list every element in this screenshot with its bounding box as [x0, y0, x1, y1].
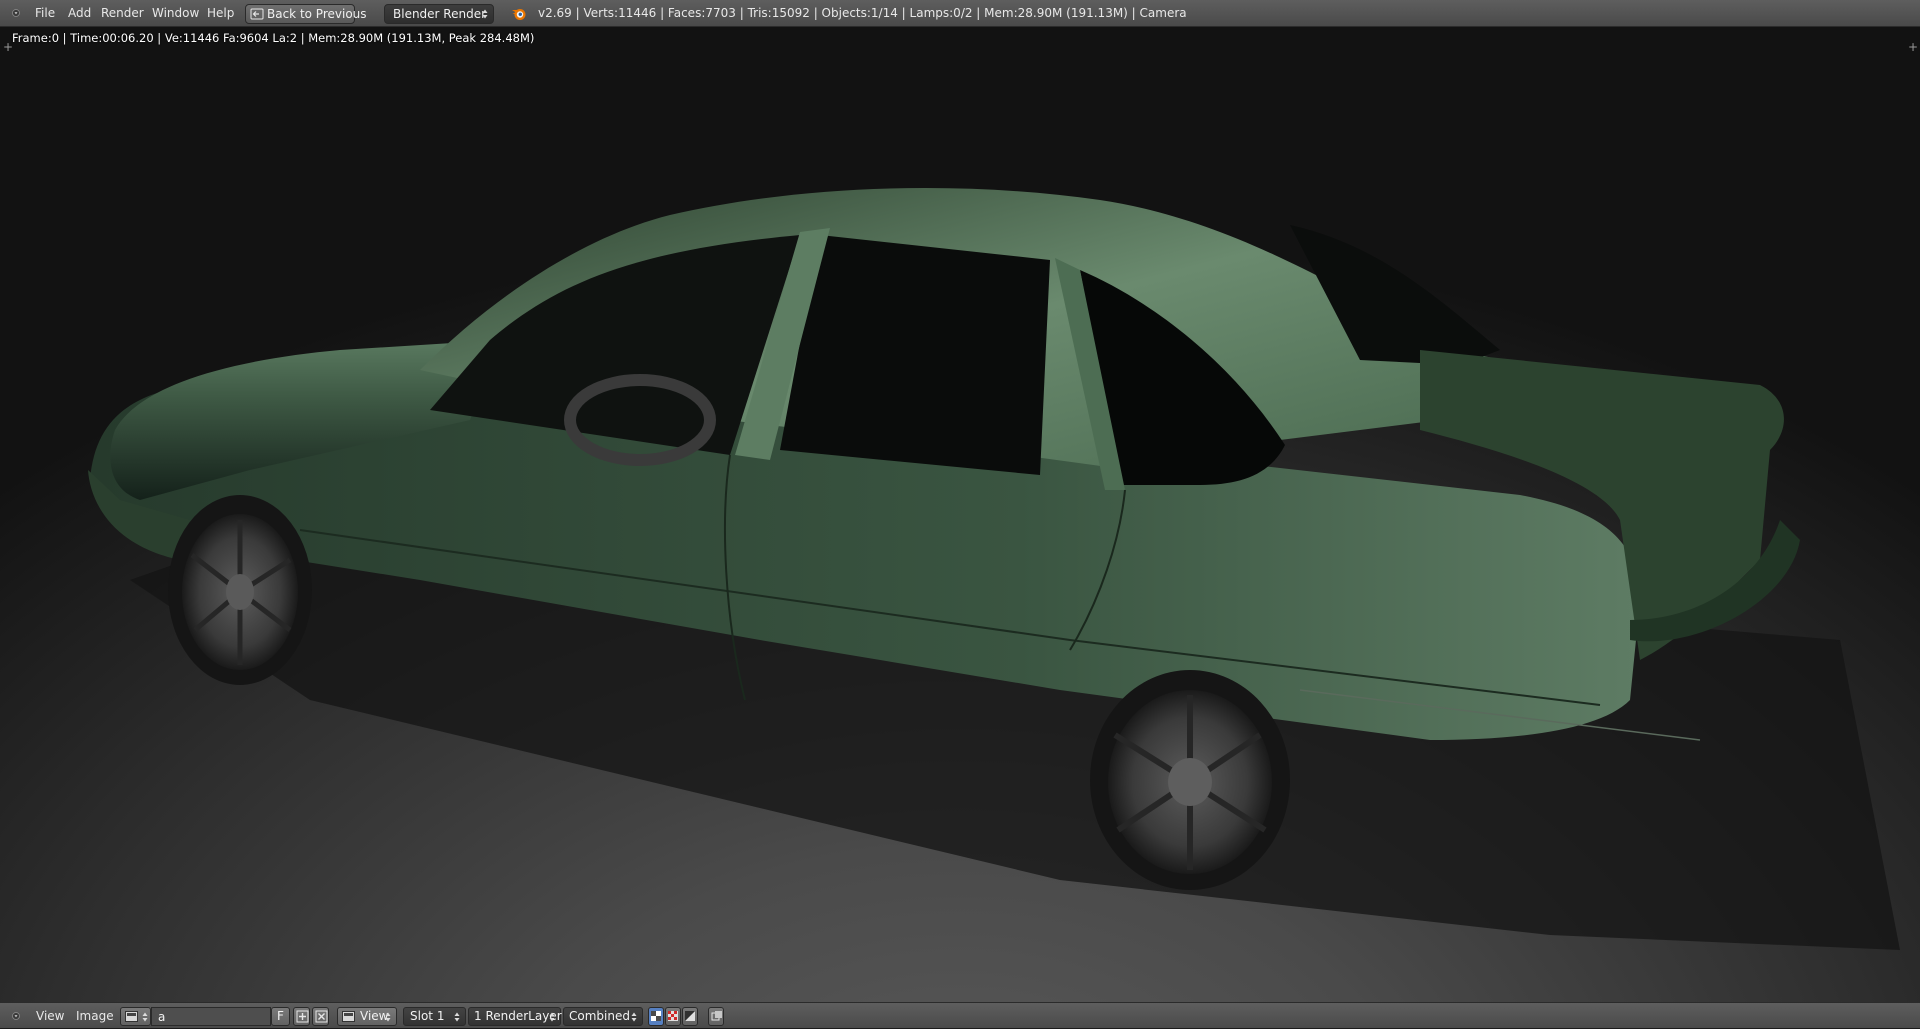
render-info-text: Frame:0 | Time:00:06.20 | Ve:11446 Fa:96…: [12, 31, 535, 45]
plus-icon: [296, 1010, 309, 1023]
view-mode-icon: [342, 1011, 355, 1022]
view-mode-select[interactable]: View: [337, 1007, 397, 1026]
menu-view[interactable]: View: [36, 1003, 64, 1029]
image-editor-header: View Image F View: [0, 1002, 1920, 1028]
draw-zbuffer-button[interactable]: [682, 1007, 698, 1026]
draw-options-button[interactable]: [708, 1007, 724, 1026]
render-pass-label: Combined: [569, 1009, 630, 1023]
back-to-previous-label: Back to Previous: [267, 7, 367, 21]
browse-image-button[interactable]: [120, 1007, 151, 1026]
updown-arrows-icon: [482, 9, 488, 19]
render-result-image: [88, 188, 1900, 950]
info-header: File Add Render Window Help Back to Prev…: [0, 0, 1920, 27]
menu-render[interactable]: Render: [101, 0, 144, 27]
render-pass-select[interactable]: Combined: [563, 1007, 643, 1026]
checkerboard-icon: [668, 1011, 678, 1021]
render-engine-label: Blender Render: [393, 7, 487, 21]
new-image-button[interactable]: [293, 1007, 310, 1026]
menu-add[interactable]: Add: [68, 0, 91, 27]
updown-arrows-icon: [385, 1012, 391, 1022]
updown-arrows-icon: [454, 1012, 460, 1022]
slot-label: Slot 1: [410, 1009, 445, 1023]
image-name-input[interactable]: [151, 1007, 271, 1026]
menu-file[interactable]: File: [35, 0, 55, 27]
menu-help[interactable]: Help: [207, 0, 234, 27]
x-icon: [315, 1010, 328, 1023]
menu-window[interactable]: Window: [152, 0, 199, 27]
back-to-previous-button[interactable]: Back to Previous: [245, 4, 367, 24]
fake-user-label: F: [277, 1009, 284, 1023]
z-buffer-icon: [685, 1011, 695, 1021]
editor-type-icon[interactable]: [12, 1012, 20, 1020]
draw-alpha-button[interactable]: [665, 1007, 681, 1026]
render-engine-select[interactable]: Blender Render: [384, 4, 494, 24]
menu-image[interactable]: Image: [76, 1003, 114, 1029]
render-layer-select[interactable]: 1 RenderLayer: [468, 1007, 562, 1026]
back-arrow-icon: [250, 8, 264, 20]
fake-user-button[interactable]: F: [271, 1007, 290, 1026]
updown-arrows-icon: [631, 1012, 637, 1022]
blender-logo-icon: [512, 9, 526, 20]
color-alpha-icon: [651, 1011, 661, 1021]
corner-widget-icon[interactable]: +: [3, 41, 13, 53]
draw-image-alpha-button[interactable]: [648, 1007, 664, 1026]
image-editor-icon: [125, 1011, 138, 1022]
updown-arrows-icon: [142, 1012, 148, 1022]
corner-widget-icon[interactable]: +: [1908, 41, 1918, 53]
overlay-icon: [711, 1011, 722, 1021]
scene-stats: v2.69 | Verts:11446 | Faces:7703 | Tris:…: [538, 6, 1187, 20]
updown-arrows-icon: [549, 1012, 555, 1022]
unlink-image-button[interactable]: [312, 1007, 329, 1026]
slot-select[interactable]: Slot 1: [403, 1007, 466, 1026]
image-viewport[interactable]: Frame:0 | Time:00:06.20 | Ve:11446 Fa:96…: [0, 27, 1920, 1002]
editor-type-icon[interactable]: [12, 9, 20, 17]
